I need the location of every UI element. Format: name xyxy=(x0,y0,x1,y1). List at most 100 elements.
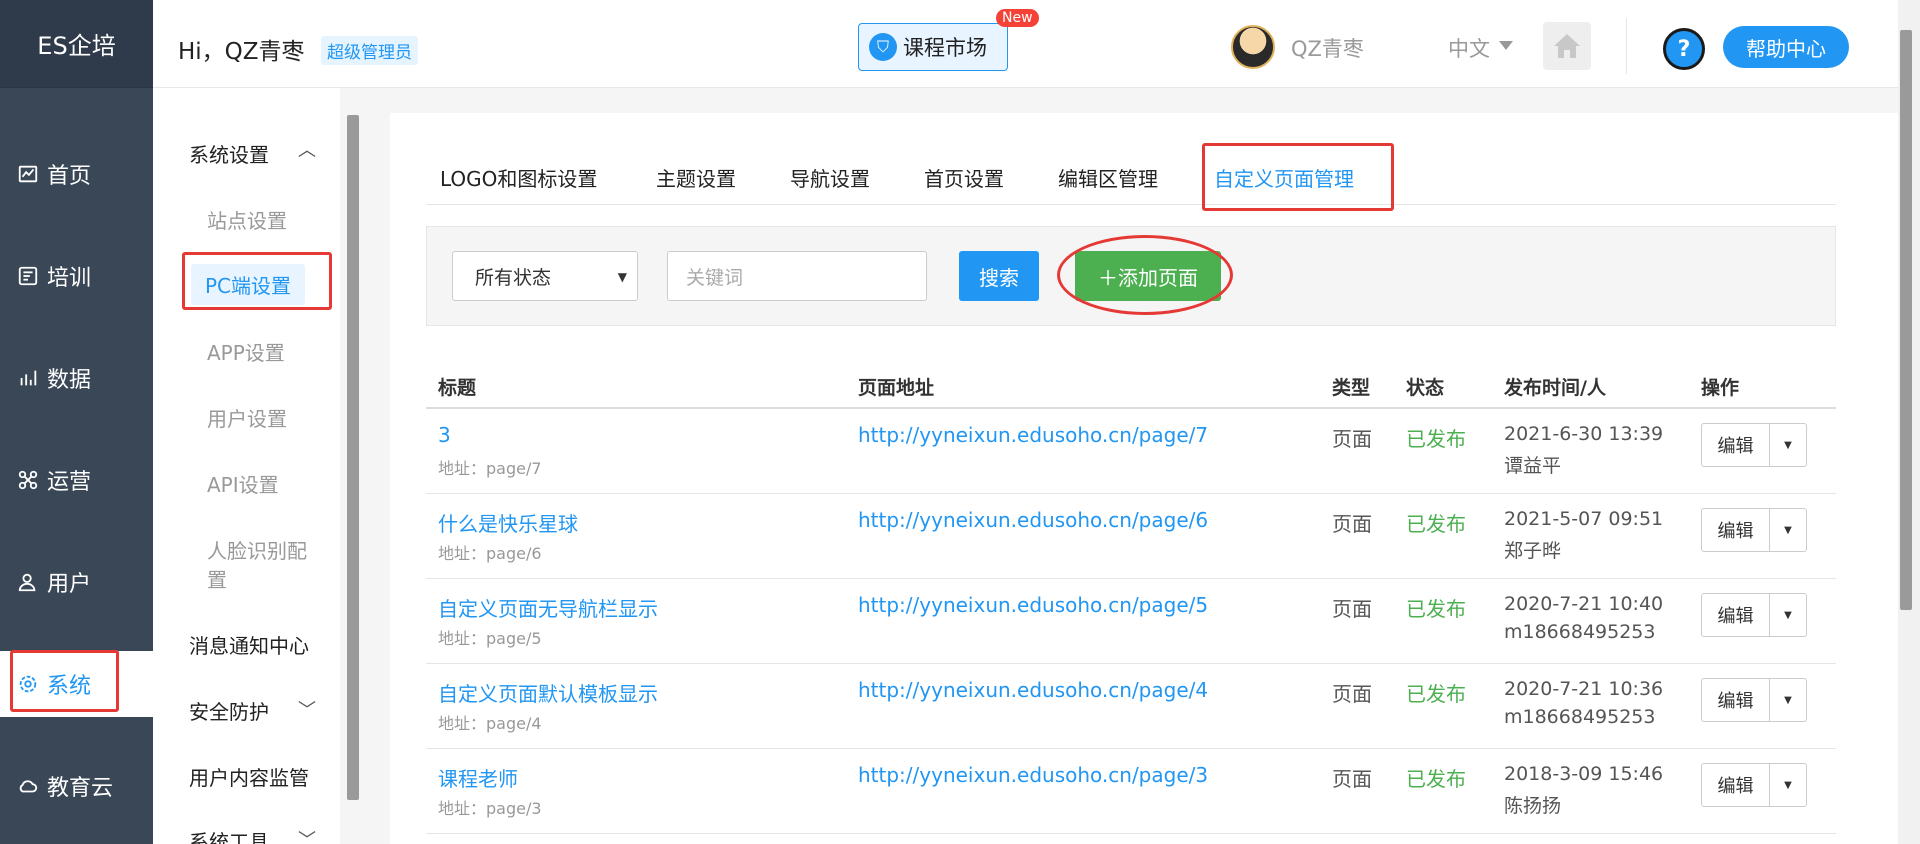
chevron-down-icon[interactable]: ﹀ xyxy=(298,826,316,844)
publish-time: 2021-5-07 09:51 xyxy=(1504,508,1664,530)
edit-button[interactable]: 编辑 xyxy=(1702,509,1770,551)
row-actions: 编辑 ▼ xyxy=(1701,678,1807,722)
sidebar-item-training[interactable]: 培训 xyxy=(0,243,153,309)
page-type: 页面 xyxy=(1332,767,1372,791)
col-publish: 发布时间/人 xyxy=(1504,377,1606,399)
sidebar-item-label: 用户 xyxy=(47,572,92,597)
edit-button[interactable]: 编辑 xyxy=(1702,764,1770,806)
sidebar-item-edu-cloud[interactable]: 教育云 xyxy=(0,753,153,819)
sidebar-item-user[interactable]: 用户 xyxy=(0,549,153,615)
row-actions: 编辑 ▼ xyxy=(1701,423,1807,467)
sidebar-item-operation[interactable]: 运营 xyxy=(0,447,153,513)
page-url-link[interactable]: http://yyneixun.edusoho.cn/page/3 xyxy=(858,763,1208,787)
edit-button[interactable]: 编辑 xyxy=(1702,424,1770,466)
chevron-down-icon[interactable]: ▼ xyxy=(1770,509,1806,551)
help-center-button[interactable]: 帮助中心 xyxy=(1723,26,1849,68)
sidebar-item-home[interactable]: 首页 xyxy=(0,141,153,207)
annotation-system-highlight xyxy=(10,650,119,712)
brand-logo[interactable]: ES企培 xyxy=(0,0,153,88)
page-address: 地址：page/7 xyxy=(438,459,542,478)
submenu-security[interactable]: 安全防护 xyxy=(189,696,269,725)
publish-time: 2021-6-30 13:39 xyxy=(1504,423,1664,445)
avatar[interactable] xyxy=(1231,25,1275,69)
col-status: 状态 xyxy=(1406,377,1445,399)
course-market-button[interactable]: ⛉ 课程市场 xyxy=(858,23,1008,71)
edit-button[interactable]: 编辑 xyxy=(1702,594,1770,636)
status-badge: 已发布 xyxy=(1406,597,1466,621)
page-title-link[interactable]: 3 xyxy=(438,423,451,447)
help-question-icon[interactable]: ? xyxy=(1663,28,1705,70)
submenu-api-settings[interactable]: API设置 xyxy=(207,469,279,498)
user-icon xyxy=(17,571,39,593)
col-type: 类型 xyxy=(1332,377,1371,399)
table-row: 3 地址：page/7 http://yyneixun.edusoho.cn/p… xyxy=(426,409,1836,494)
search-button[interactable]: 搜索 xyxy=(959,251,1039,301)
submenu-content-monitor[interactable]: 用户内容监管 xyxy=(189,762,309,791)
tab-navigation[interactable]: 导航设置 xyxy=(790,163,870,192)
submenu-face-recognition[interactable]: 人脸识别配 xyxy=(207,535,307,564)
submenu-scrollbar[interactable] xyxy=(347,115,359,800)
chevron-down-icon[interactable]: ﹀ xyxy=(298,696,316,722)
page-type: 页面 xyxy=(1332,427,1372,451)
tab-logo-icon[interactable]: LOGO和图标设置 xyxy=(440,163,597,192)
row-actions: 编辑 ▼ xyxy=(1701,763,1807,807)
page-url-link[interactable]: http://yyneixun.edusoho.cn/page/5 xyxy=(858,593,1208,617)
chart-icon xyxy=(17,163,39,185)
sidebar-item-label: 运营 xyxy=(47,470,92,495)
home-button[interactable] xyxy=(1543,22,1591,70)
sidebar-item-label: 数据 xyxy=(47,368,92,393)
chevron-down-icon[interactable] xyxy=(1499,41,1513,50)
page-scrollbar[interactable] xyxy=(1900,30,1912,610)
chevron-down-icon: ▼ xyxy=(617,270,627,284)
col-actions: 操作 xyxy=(1701,377,1740,399)
page-address: 地址：page/4 xyxy=(438,714,542,733)
page-title-link[interactable]: 自定义页面默认模板显示 xyxy=(438,678,658,707)
top-header: Hi，QZ青枣 超级管理员 ⛉ 课程市场 New QZ青枣 中文 ? 帮助中心 … xyxy=(153,0,1920,88)
page-type: 页面 xyxy=(1332,682,1372,706)
tab-homepage[interactable]: 首页设置 xyxy=(924,163,1004,192)
submenu-system-tools[interactable]: 系统工具 xyxy=(189,826,269,844)
chevron-down-icon[interactable]: ▼ xyxy=(1770,424,1806,466)
status-badge: 已发布 xyxy=(1406,512,1466,536)
table-row: 自定义页面默认模板显示 地址：page/4 http://yyneixun.ed… xyxy=(426,664,1836,749)
chevron-down-icon[interactable]: ▼ xyxy=(1770,594,1806,636)
chevron-up-icon[interactable]: ︿ xyxy=(298,136,316,162)
submenu-notify-center[interactable]: 消息通知中心 xyxy=(189,630,309,659)
page-url-link[interactable]: http://yyneixun.edusoho.cn/page/6 xyxy=(858,508,1208,532)
submenu-app-settings[interactable]: APP设置 xyxy=(207,337,285,366)
publisher: m18668495253 xyxy=(1504,706,1656,728)
content-card: LOGO和图标设置 主题设置 导航设置 首页设置 编辑区管理 自定义页面管理 所… xyxy=(390,113,1905,844)
table-header: 标题 页面地址 类型 状态 发布时间/人 操作 xyxy=(426,361,1836,409)
status-badge: 已发布 xyxy=(1406,427,1466,451)
page-address: 地址：page/6 xyxy=(438,544,542,563)
tab-edit-area[interactable]: 编辑区管理 xyxy=(1058,163,1158,192)
new-badge: New xyxy=(996,9,1039,27)
chevron-down-icon[interactable]: ▼ xyxy=(1770,764,1806,806)
annotation-add-page-circle xyxy=(1057,235,1233,315)
sidebar-item-data[interactable]: 数据 xyxy=(0,345,153,411)
status-select[interactable]: 所有状态 ▼ xyxy=(452,251,638,301)
chevron-down-icon[interactable]: ▼ xyxy=(1770,679,1806,721)
submenu-site-settings[interactable]: 站点设置 xyxy=(207,205,287,234)
language-select[interactable]: 中文 xyxy=(1448,33,1490,63)
role-badge: 超级管理员 xyxy=(321,36,418,65)
row-actions: 编辑 ▼ xyxy=(1701,508,1807,552)
publish-time: 2020-7-21 10:36 xyxy=(1504,678,1664,700)
page-title-link[interactable]: 自定义页面无导航栏显示 xyxy=(438,593,658,622)
page-url-link[interactable]: http://yyneixun.edusoho.cn/page/4 xyxy=(858,678,1208,702)
filter-toolbar: 所有状态 ▼ 关键词 搜索 ＋添加页面 xyxy=(426,226,1836,326)
row-actions: 编辑 ▼ xyxy=(1701,593,1807,637)
keyword-input[interactable]: 关键词 xyxy=(667,251,927,301)
page-url-link[interactable]: http://yyneixun.edusoho.cn/page/7 xyxy=(858,423,1208,447)
submenu-system-settings[interactable]: 系统设置 xyxy=(189,139,269,168)
header-divider xyxy=(1626,18,1627,74)
edit-button[interactable]: 编辑 xyxy=(1702,679,1770,721)
submenu-user-settings[interactable]: 用户设置 xyxy=(207,403,287,432)
table-row: 自定义页面无导航栏显示 地址：page/5 http://yyneixun.ed… xyxy=(426,579,1836,664)
page-title-link[interactable]: 课程老师 xyxy=(438,763,518,792)
status-badge: 已发布 xyxy=(1406,767,1466,791)
tab-theme[interactable]: 主题设置 xyxy=(656,163,736,192)
page-title-link[interactable]: 什么是快乐星球 xyxy=(438,508,578,537)
settings-submenu xyxy=(153,88,340,844)
username[interactable]: QZ青枣 xyxy=(1291,33,1364,63)
